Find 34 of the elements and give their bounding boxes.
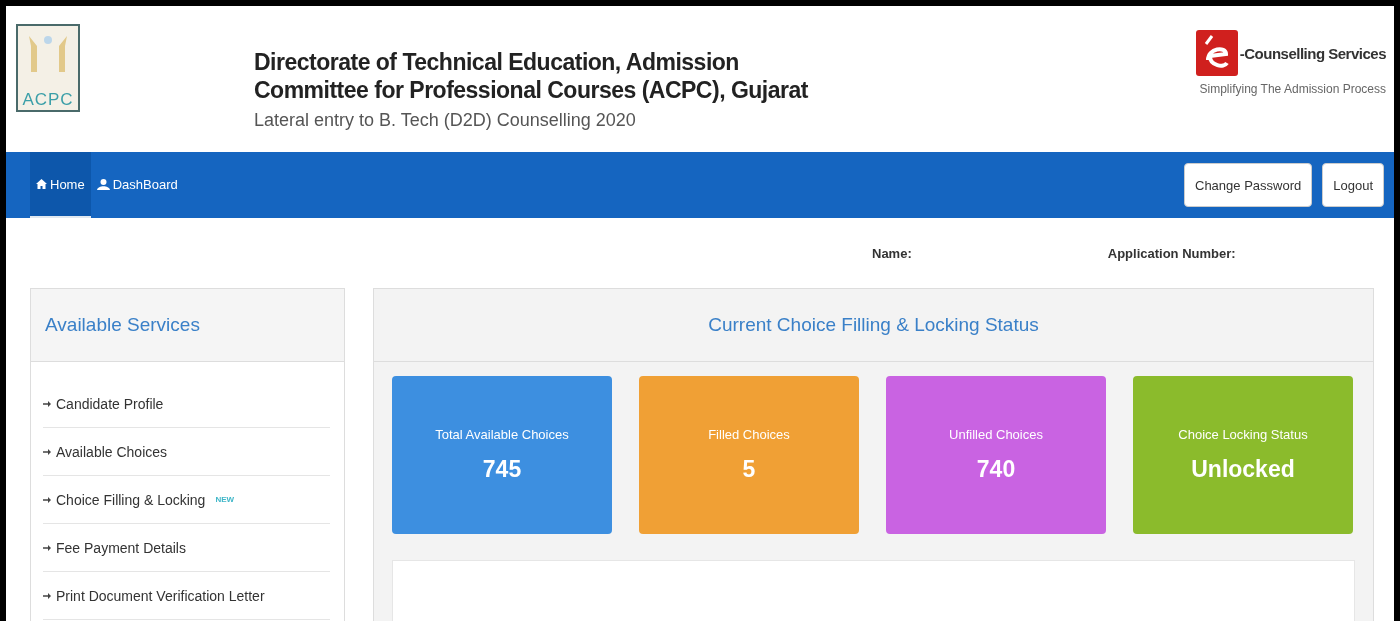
stat-label: Unfilled Choices bbox=[949, 427, 1043, 442]
stat-value: 745 bbox=[482, 456, 522, 483]
panel-title: Current Choice Filling & Locking Status bbox=[708, 314, 1039, 336]
panel-title: Available Services bbox=[45, 314, 200, 336]
acpc-logo: ACPC bbox=[16, 24, 80, 112]
change-password-button[interactable]: Change Password bbox=[1184, 163, 1313, 207]
brand-name: -Counselling Services bbox=[1239, 44, 1386, 62]
service-link[interactable]: Fee Payment Details bbox=[56, 539, 186, 556]
counselling-subtitle: Lateral entry to B. Tech (D2D) Counselling 2020 bbox=[254, 110, 637, 131]
home-icon bbox=[36, 179, 47, 189]
new-label: NEW bbox=[215, 495, 235, 504]
service-link[interactable]: Candidate Profile bbox=[56, 395, 164, 412]
stat-value: 5 bbox=[742, 456, 756, 483]
application-number-label: Application Number: bbox=[1107, 245, 1236, 261]
service-link[interactable]: Print Document Verification Letter bbox=[56, 587, 265, 604]
logout-button[interactable]: Logout bbox=[1322, 163, 1384, 207]
arrow-icon bbox=[43, 400, 51, 407]
name-label: Name: bbox=[872, 245, 912, 261]
arrow-icon bbox=[43, 544, 51, 551]
nav-link[interactable]: DashBoard bbox=[90, 152, 184, 218]
stat-label: Total Available Choices bbox=[435, 427, 569, 442]
e-logo-icon bbox=[1195, 30, 1238, 76]
stat-value: Unlocked bbox=[1191, 456, 1295, 483]
service-link[interactable]: Available Choices bbox=[56, 443, 168, 460]
stat-label: Choice Locking Status bbox=[1178, 427, 1308, 442]
service-link[interactable]: Choice Filling & Locking bbox=[56, 491, 206, 508]
arrow-icon bbox=[43, 592, 51, 599]
nav-link[interactable]: Home bbox=[30, 152, 91, 218]
arrow-icon bbox=[43, 496, 51, 503]
arrow-icon bbox=[43, 448, 51, 455]
stat-value: 740 bbox=[976, 456, 1016, 483]
brand-tagline: Simplifying The Admission Process bbox=[1199, 82, 1386, 96]
organization-title: Directorate of Technical Education, Admission Committee for Professional Courses (ACPC), Gujarat bbox=[254, 48, 809, 104]
stat-label: Filled Choices bbox=[708, 427, 790, 442]
